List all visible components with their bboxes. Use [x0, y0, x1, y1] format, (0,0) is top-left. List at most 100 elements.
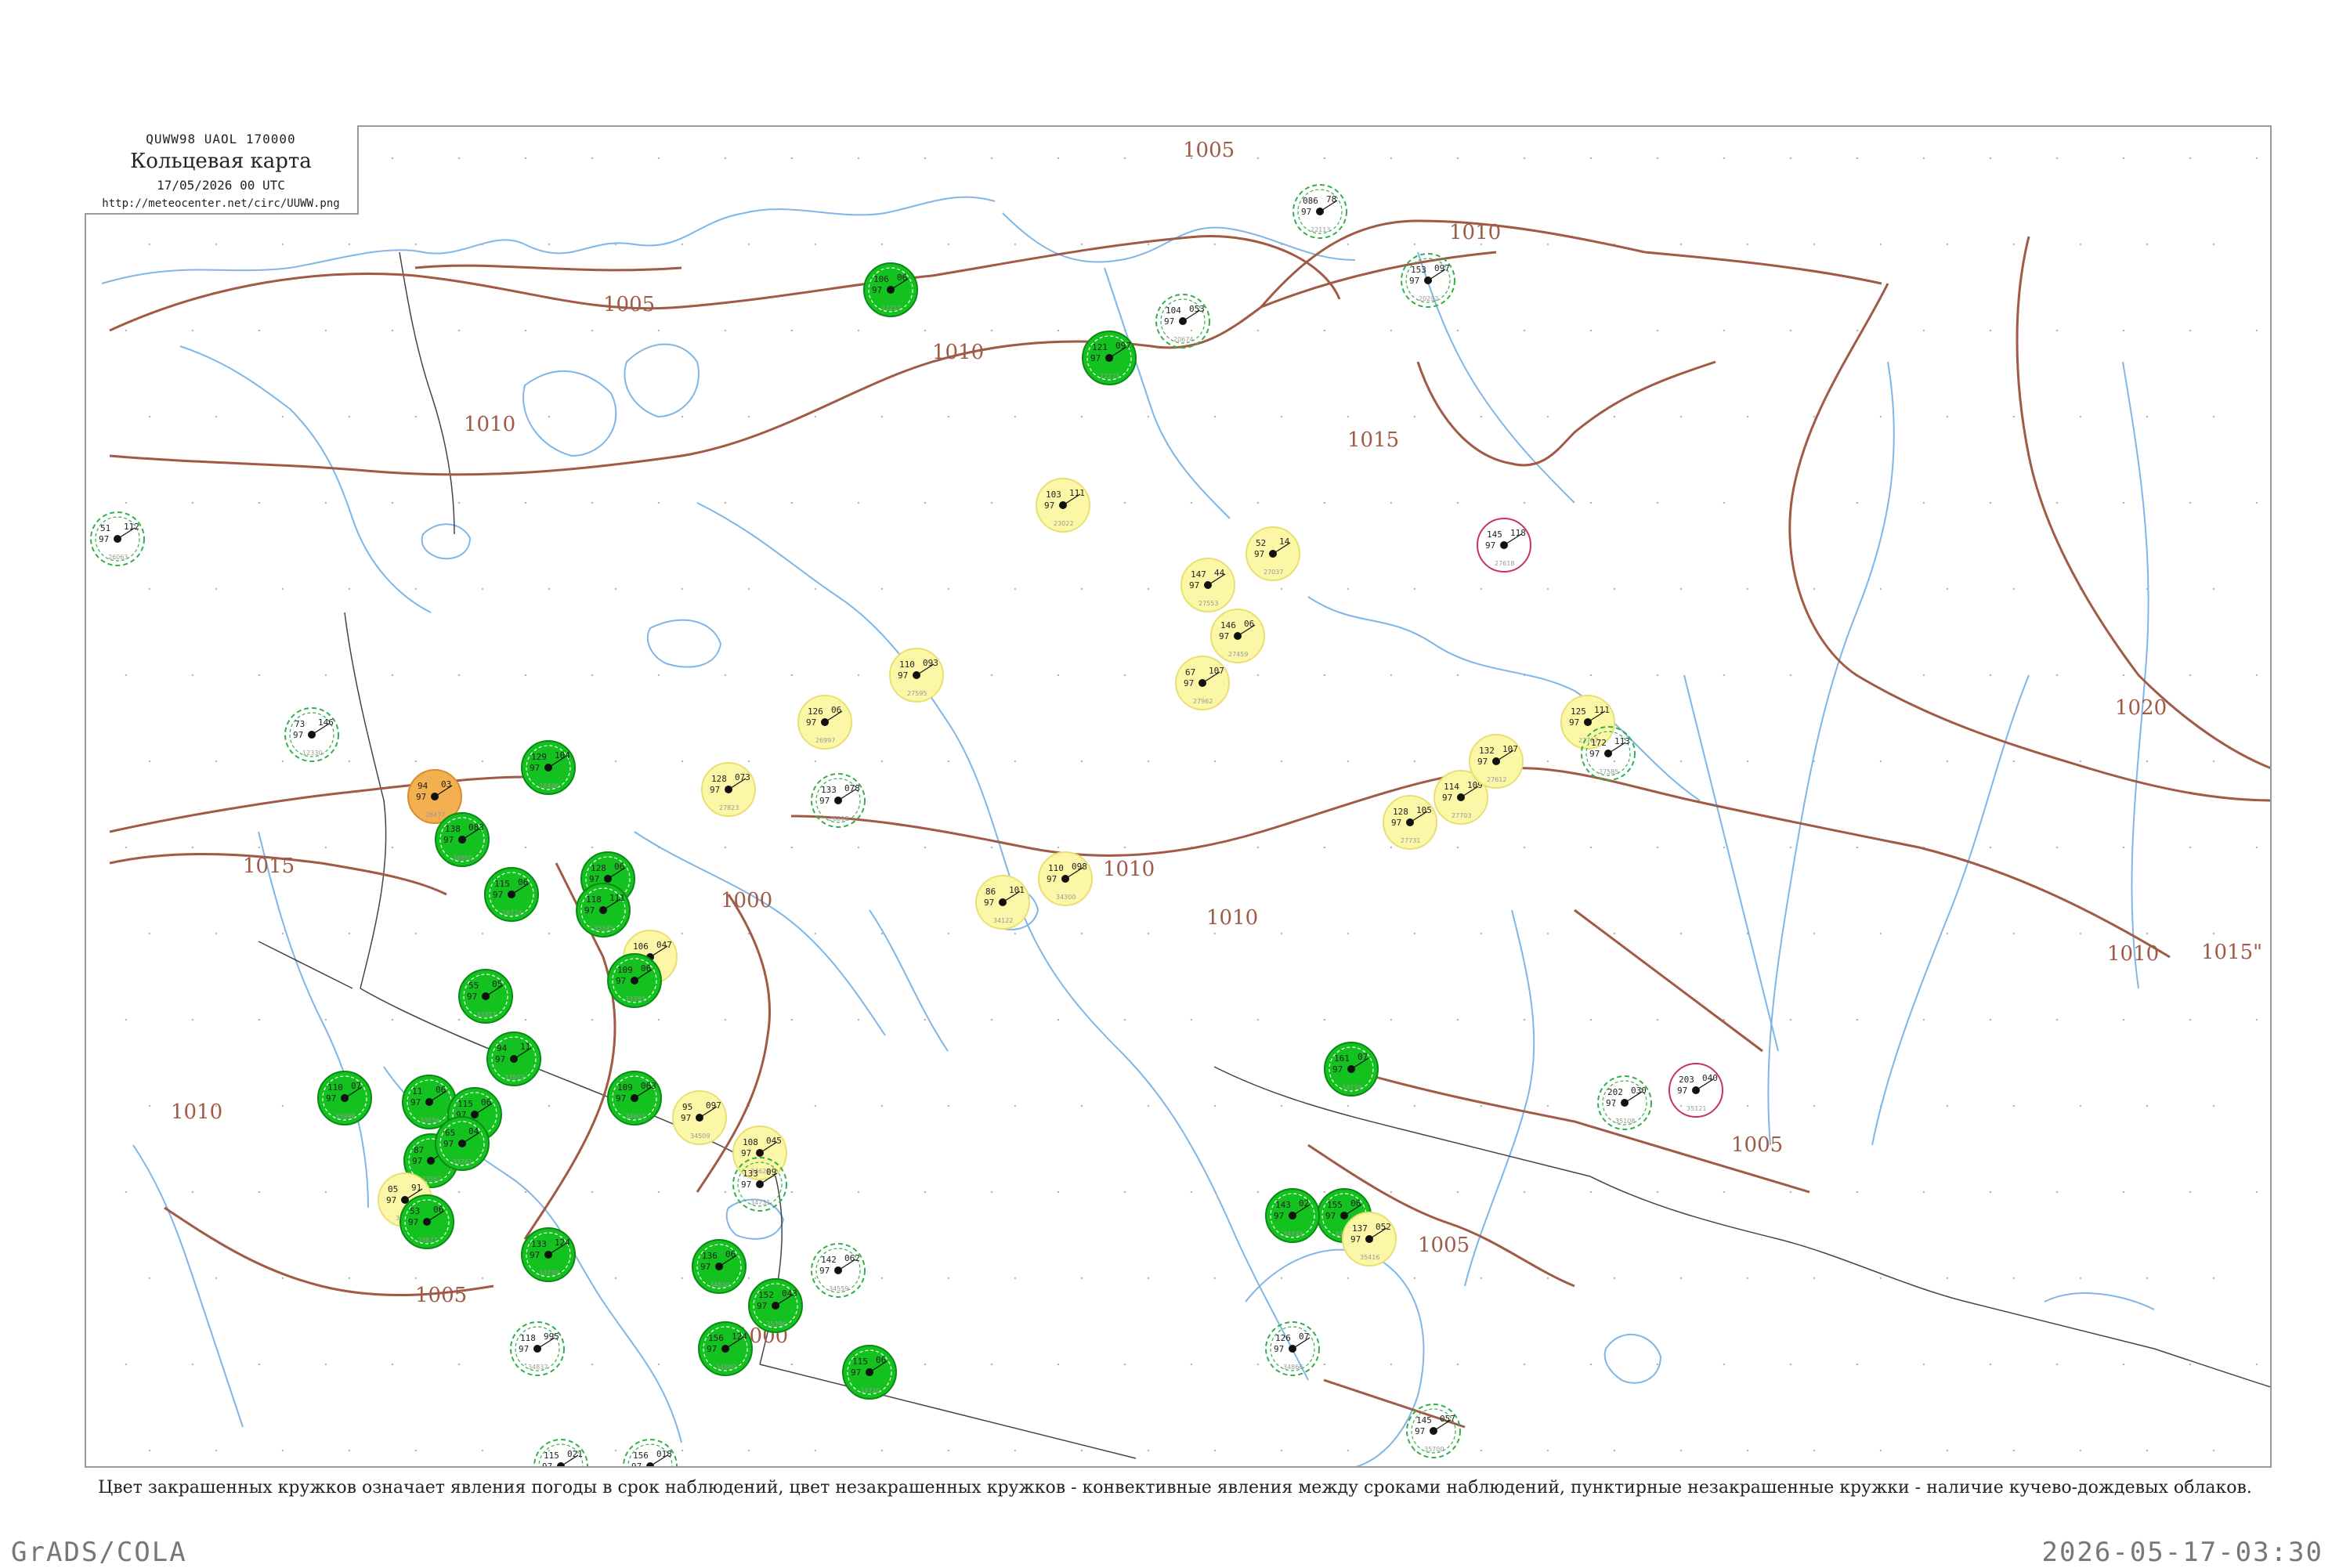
station-34837[interactable]: 118 995 97 34837 — [510, 1321, 565, 1376]
graticule-dot — [148, 415, 151, 418]
graticule-dot — [548, 587, 551, 591]
station-34880[interactable]: 156 124 97 34880 — [698, 1321, 753, 1376]
station-33345[interactable]: 118 111 97 33345 — [576, 883, 631, 938]
station-id: 20292 — [1419, 295, 1438, 302]
station-26724[interactable]: 115 06 97 26724 — [484, 867, 539, 922]
source-url[interactable]: http://meteocenter.net/circ/UUWW.png — [85, 197, 357, 210]
graticule-dot — [524, 501, 527, 504]
station-temperature: 97 — [616, 976, 626, 986]
station-27962[interactable]: 67 107 97 27962 — [1175, 656, 1230, 710]
border-baltics — [344, 612, 387, 989]
station-22217[interactable]: 106 06 97 22217 — [863, 262, 918, 317]
graticule-dot — [1523, 501, 1526, 504]
station-id: 27962 — [1193, 698, 1213, 705]
graticule-dot — [1190, 1190, 1193, 1194]
map-frame[interactable]: 1005 1005 1010 1010 1010 1010 1010 1015 1015 1015… — [85, 125, 2272, 1468]
graticule-dot — [457, 1018, 461, 1021]
station-27731[interactable]: 128 105 97 27731 — [1383, 795, 1437, 850]
station-12330[interactable]: 73 146 97 12330 — [284, 707, 339, 762]
map-canvas[interactable]: 1005100510101010101010101010101510151015… — [86, 127, 2272, 1468]
graticule-dot — [2012, 243, 2016, 246]
station-27823[interactable]: 128 073 97 27823 — [701, 762, 756, 817]
graticule-dot — [1123, 501, 1126, 504]
station-pressure: 118 — [520, 1333, 536, 1343]
graticule-dot — [125, 501, 128, 504]
station-35416[interactable]: 137 052 97 35416 — [1342, 1212, 1397, 1266]
graticule-dot — [1922, 1363, 1925, 1366]
graticule-dot — [1390, 157, 1393, 160]
station-34838[interactable]: 136 06 97 34838 — [692, 1239, 747, 1294]
station-temperature: 97 — [1391, 818, 1401, 828]
station-temperature: 97 — [851, 1367, 861, 1378]
station-34601[interactable]: 109 063 97 34601 — [607, 1071, 662, 1125]
station-34866[interactable]: 126 07 97 34866 — [1265, 1321, 1320, 1376]
station-27459[interactable]: 146 06 97 27459 — [1210, 609, 1265, 663]
station-26997[interactable]: 126 06 97 26997 — [797, 695, 852, 750]
station-35108[interactable]: 202 030 97 35108 — [1597, 1075, 1652, 1130]
station-35394[interactable]: 152 043 97 35394 — [748, 1278, 803, 1333]
graticule-dot — [2189, 674, 2192, 677]
graticule-dot — [1347, 1277, 1350, 1280]
station-34929[interactable]: 1150219734929 — [533, 1439, 588, 1468]
graticule-dot — [524, 329, 527, 332]
station-34509[interactable]: 95 097 97 34509 — [672, 1090, 727, 1145]
graticule-dot — [1190, 1018, 1193, 1021]
graticule-dot — [1723, 674, 1726, 677]
station-id: 27595 — [907, 690, 927, 697]
border-finland — [399, 251, 455, 535]
graticule-dot — [857, 157, 860, 160]
station-23022[interactable]: 103 111 97 23022 — [1036, 478, 1090, 533]
station-id: 34601 — [625, 1113, 645, 1120]
station-tendency: 073 — [735, 772, 750, 782]
station-temperature: 97 — [872, 285, 882, 295]
graticule-dot — [1080, 587, 1083, 591]
station-27037[interactable]: 52 14 97 27037 — [1246, 526, 1300, 581]
station-pressure: 110 — [1048, 863, 1064, 873]
graticule-dot — [1989, 1363, 1992, 1366]
station-27553[interactable]: 147 44 97 27553 — [1180, 558, 1235, 612]
station-33998[interactable]: 110 07 97 33998 — [317, 1071, 372, 1125]
station-27595[interactable]: 110 093 97 27595 — [889, 648, 944, 703]
station-27618[interactable]: 145 118 97 27618 — [1477, 518, 1531, 573]
station-22271[interactable]: 121 097 97 22271 — [1082, 331, 1137, 385]
dnieper-river — [258, 831, 369, 1209]
graticule-dot — [1014, 243, 1017, 246]
graticule-dot — [414, 932, 418, 935]
station-34621[interactable]: 108 0459734621 — [732, 1125, 787, 1180]
graticule-dot — [1323, 1018, 1326, 1021]
graticule-dot — [1656, 329, 1659, 332]
station-34749[interactable]: 143 02 97 34749 — [1265, 1188, 1320, 1243]
station-22113[interactable]: 086 78 97 22113 — [1292, 184, 1347, 239]
graticule-dot — [524, 157, 527, 160]
station-26850[interactable]: 138 083 97 26850 — [435, 812, 490, 867]
station-35121[interactable]: 203 040 97 35121 — [1668, 1063, 1723, 1118]
station-33393[interactable]: 109 06 97 33393 — [607, 953, 662, 1008]
station-20674[interactable]: 104 053 97 20674 — [1155, 294, 1210, 349]
station-26406[interactable]: 129 104 97 26406 — [521, 740, 576, 795]
graticule-dot — [1323, 329, 1326, 332]
station-34559[interactable]: 142 062 97 34559 — [811, 1243, 866, 1298]
station-pressure: 86 — [985, 887, 996, 897]
station-pressure: 104 — [1166, 305, 1181, 316]
station-27612[interactable]: 132 107 97 27612 — [1469, 734, 1524, 789]
station-id: 33877 — [418, 1237, 437, 1244]
station-34139[interactable]: 161 07 97 34139 — [1324, 1042, 1379, 1097]
station-34720[interactable]: 115 06 97 34720 — [842, 1345, 897, 1400]
station-33877[interactable]: 53 06 97 33877 — [400, 1194, 454, 1249]
station-34122[interactable]: 86 101 97 34122 — [975, 875, 1030, 930]
station-33761[interactable]: 65 04 97 33761 — [435, 1116, 490, 1171]
graticule-dot — [1723, 501, 1726, 504]
station-33503[interactable]: 94 11 97 33503 — [486, 1031, 541, 1086]
station-35700[interactable]: 145 057 97 35700 — [1406, 1404, 1461, 1458]
graticule-dot — [1546, 243, 1549, 246]
station-pressure: 103 — [1046, 490, 1061, 500]
station-34300[interactable]: 110 098 97 34300 — [1038, 851, 1093, 906]
graticule-dot — [1147, 1104, 1150, 1107]
station-37018[interactable]: 1560189737018 — [623, 1439, 678, 1468]
station-temperature: 97 — [412, 1156, 422, 1166]
graticule-dot — [1190, 329, 1193, 332]
graticule-dot — [1323, 674, 1326, 677]
station-26063[interactable]: 51 112 97 26063 — [90, 511, 145, 566]
station-34739[interactable]: 133 124 97 34739 — [521, 1227, 576, 1282]
station-33317[interactable]: 55 05 97 33317 — [458, 969, 513, 1024]
